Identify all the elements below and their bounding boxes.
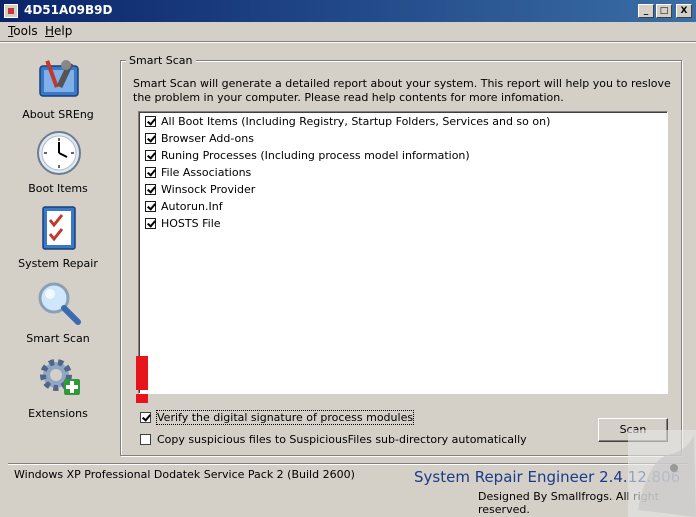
menu-help-accel: H bbox=[45, 24, 55, 38]
sidebar-item-extensions[interactable]: Extensions bbox=[8, 355, 108, 429]
copy-suspicious-checkbox[interactable] bbox=[140, 434, 151, 445]
checkbox[interactable] bbox=[145, 184, 156, 195]
group-title: Smart Scan bbox=[126, 54, 196, 67]
footer-separator bbox=[8, 463, 688, 465]
clock-icon bbox=[37, 131, 81, 175]
sidebar-item-label: Smart Scan bbox=[26, 332, 90, 345]
list-item-label: Browser Add-ons bbox=[161, 132, 254, 145]
gear-plus-icon bbox=[40, 359, 80, 395]
checkbox[interactable] bbox=[145, 201, 156, 212]
toolbox-icon bbox=[39, 60, 79, 97]
checkbox[interactable] bbox=[145, 218, 156, 229]
watermark-art-icon bbox=[628, 430, 696, 517]
list-item-label: Autorun.Inf bbox=[161, 200, 223, 213]
alert-exclamation-mark bbox=[135, 356, 149, 404]
verify-signature-label[interactable]: Verify the digital signature of process … bbox=[155, 410, 415, 425]
checkbox[interactable] bbox=[145, 133, 156, 144]
app-icon[interactable] bbox=[4, 4, 18, 18]
list-item-label: File Associations bbox=[161, 166, 252, 179]
magnifier-icon bbox=[38, 282, 81, 325]
checklist-icon bbox=[42, 206, 76, 250]
sidebar-item-smart-scan[interactable]: Smart Scan bbox=[8, 280, 108, 354]
sidebar-item-about-sreng[interactable]: About SREng bbox=[8, 56, 108, 130]
title-bar: 4D51A09B9D _ □ X bbox=[0, 0, 696, 22]
checkbox[interactable] bbox=[145, 116, 156, 127]
checkbox[interactable] bbox=[145, 150, 156, 161]
alert-mark-bar bbox=[136, 356, 148, 390]
sidebar-item-boot-items[interactable]: Boot Items bbox=[8, 130, 108, 204]
checkbox[interactable] bbox=[145, 167, 156, 178]
scan-items-list[interactable]: All Boot Items (Including Registry, Star… bbox=[138, 111, 668, 394]
list-item-label: HOSTS File bbox=[161, 217, 221, 230]
maximize-button[interactable]: □ bbox=[656, 4, 672, 18]
menu-tools[interactable]: Tools bbox=[8, 24, 38, 38]
os-version-text: Windows XP Professional Dodatek Service … bbox=[14, 468, 355, 481]
menu-tools-label: ools bbox=[13, 24, 38, 38]
alert-mark-dot bbox=[136, 394, 148, 403]
menu-separator bbox=[0, 41, 696, 43]
window-title: 4D51A09B9D bbox=[24, 3, 113, 17]
list-item-label: Runing Processes (Including process mode… bbox=[161, 149, 470, 162]
sidebar-item-label: Boot Items bbox=[28, 182, 88, 195]
sidebar-item-label: Extensions bbox=[28, 407, 88, 420]
sidebar-item-label: About SREng bbox=[22, 108, 94, 121]
close-button[interactable]: X bbox=[676, 4, 692, 18]
copy-suspicious-label[interactable]: Copy suspicious files to SuspiciousFiles… bbox=[157, 433, 527, 446]
minimize-button[interactable]: _ bbox=[638, 4, 654, 18]
list-item-label: Winsock Provider bbox=[161, 183, 256, 196]
smart-scan-description: Smart Scan will generate a detailed repo… bbox=[133, 77, 671, 104]
menu-help-label: elp bbox=[54, 24, 73, 38]
sidebar-item-system-repair[interactable]: System Repair bbox=[8, 205, 108, 279]
verify-signature-checkbox[interactable] bbox=[140, 412, 151, 423]
list-item-label: All Boot Items (Including Registry, Star… bbox=[161, 115, 551, 128]
menu-help[interactable]: Help bbox=[45, 24, 72, 38]
sidebar-item-label: System Repair bbox=[18, 257, 98, 270]
menu-bar: Tools Help bbox=[0, 22, 696, 41]
